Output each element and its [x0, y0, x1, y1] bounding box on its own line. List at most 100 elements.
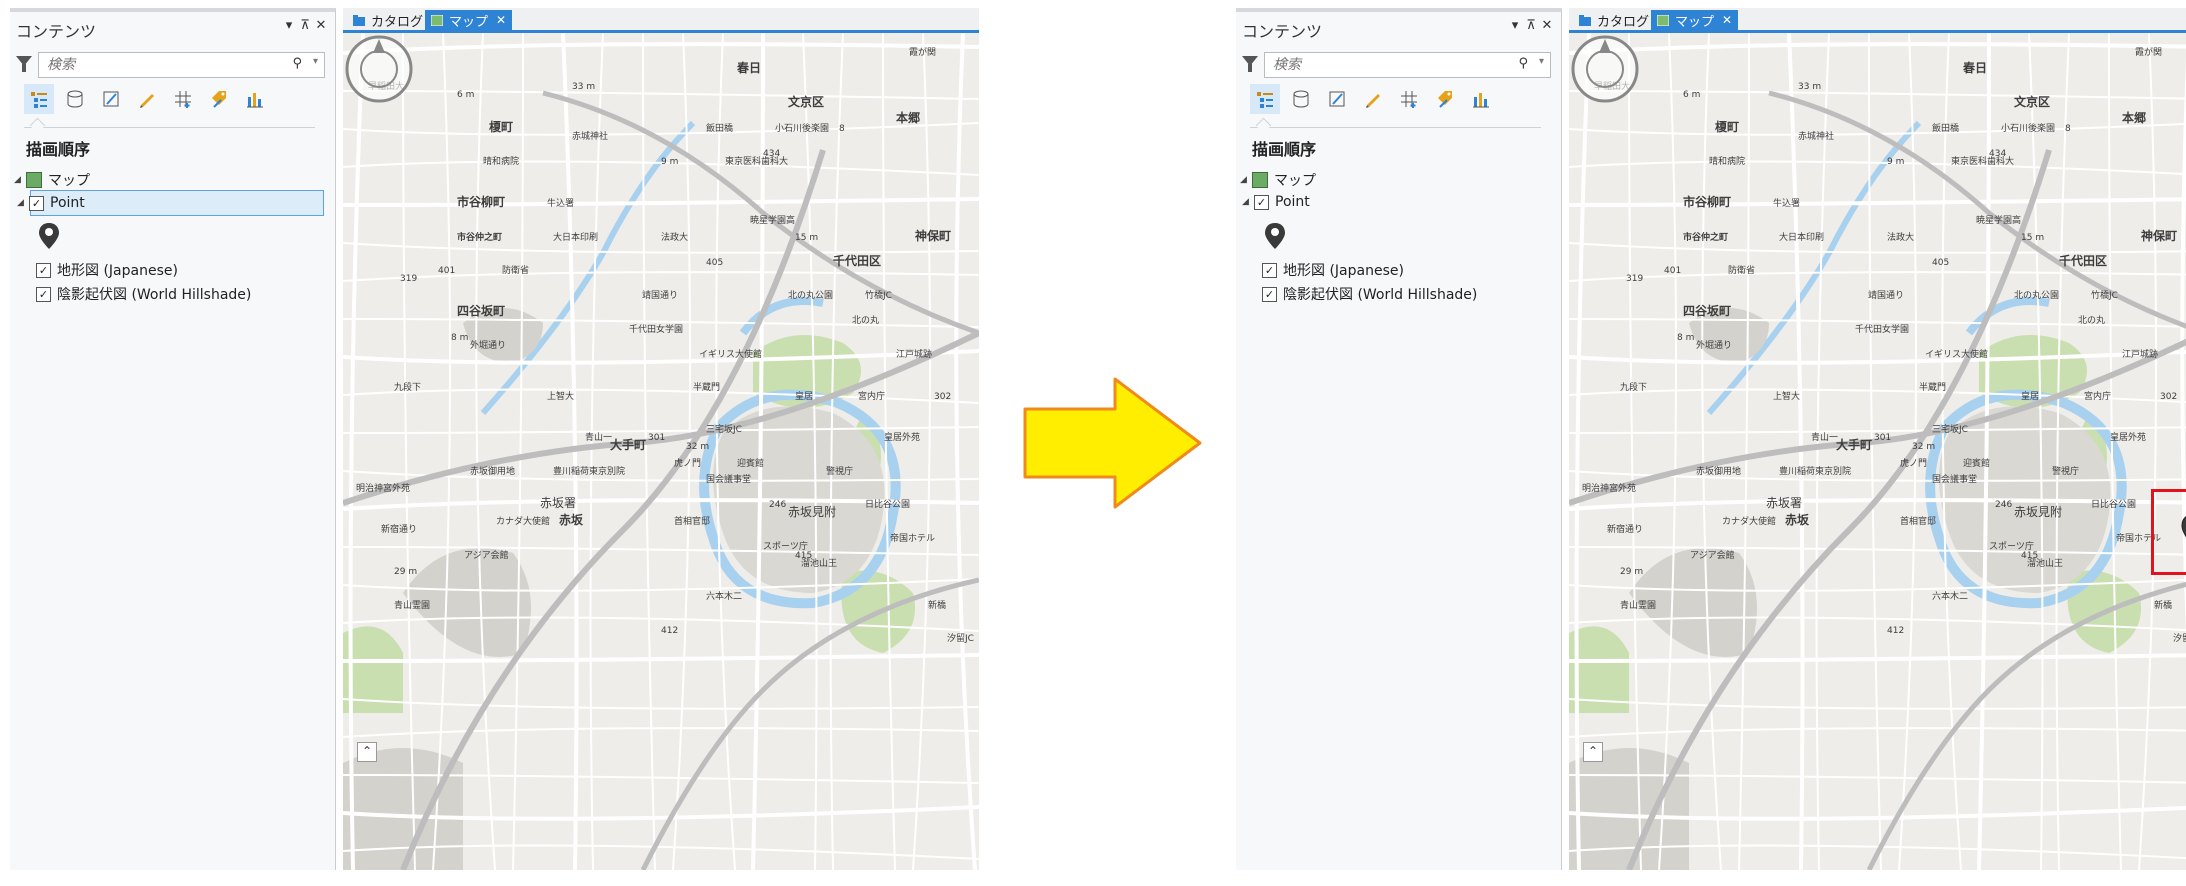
tree-layer-point[interactable]: ◢ ✓ Point [1242, 190, 1548, 214]
search-box[interactable]: ⚲ ▾ [38, 52, 325, 78]
tab-map-label: マップ [1675, 14, 1715, 30]
close-icon[interactable]: ✕ [496, 13, 506, 27]
map-canvas[interactable]: 春日文京区本郷早稲田大飯田橋小石川後楽園榎町赤城神社東京医科歯科大晴和病院市谷柳… [343, 33, 979, 870]
map-label: 防衛省 [1728, 264, 1755, 276]
tree-basemap-hillshade[interactable]: ✓ 陰影起伏図 (World Hillshade) [36, 282, 251, 306]
map-label: 江戸城跡 [896, 348, 932, 360]
selection-icon[interactable] [96, 84, 126, 114]
data-source-icon[interactable] [60, 84, 90, 114]
point-layer-checkbox[interactable]: ✓ [29, 195, 44, 211]
edit-icon[interactable] [1358, 84, 1388, 114]
search-box[interactable]: ⚲ ▾ [1264, 52, 1551, 78]
map-label: 上智大 [1773, 390, 1800, 402]
tree-basemap-topographic[interactable]: ✓ 地形図 (Japanese) [1262, 258, 1404, 282]
map-label: 文京区 [788, 94, 824, 109]
point-layer-label: Point [1275, 194, 1310, 210]
map-label: 新宿通り [1607, 523, 1643, 535]
tree-layer-point[interactable]: ◢ ✓ Point [17, 190, 324, 216]
toolbar-indicator [29, 117, 46, 134]
chart-icon[interactable] [1466, 84, 1496, 114]
map-label: 319 [1626, 274, 1643, 284]
pane-menu-icon[interactable]: ▾ [281, 18, 297, 33]
search-icon[interactable]: ⚲ [1518, 56, 1528, 71]
search-icon[interactable]: ⚲ [292, 56, 302, 71]
map-label: 新橋 [2154, 599, 2172, 611]
basemap-hillshade-checkbox[interactable]: ✓ [36, 286, 51, 302]
tree-basemap-hillshade[interactable]: ✓ 陰影起伏図 (World Hillshade) [1262, 282, 1477, 306]
map-label: 外堀通り [1696, 339, 1732, 351]
pane-close-icon[interactable]: ✕ [313, 18, 329, 33]
selection-icon[interactable] [1322, 84, 1352, 114]
chevron-up-icon[interactable]: ⌃ [357, 742, 377, 762]
chevron-up-icon[interactable]: ⌃ [1583, 742, 1603, 762]
street [1569, 242, 2186, 254]
map-label: 牛込署 [547, 197, 574, 209]
map-label: 15 m [795, 233, 818, 243]
pane-close-icon[interactable]: ✕ [1539, 18, 1555, 33]
navigator-compass-icon[interactable] [343, 33, 415, 105]
close-icon[interactable]: ✕ [1722, 13, 1732, 27]
map-label: 日比谷公園 [865, 498, 910, 510]
basemap-hillshade-label: 陰影起伏図 (World Hillshade) [1283, 287, 1478, 303]
map-label: 北の丸 [852, 314, 879, 326]
basemap-topographic-checkbox[interactable]: ✓ [36, 262, 51, 278]
draw-order-icon[interactable] [24, 84, 54, 114]
tree-map-node[interactable]: ◢ マップ [1240, 168, 1316, 192]
chart-icon[interactable] [240, 84, 270, 114]
map-label: 本郷 [896, 110, 920, 125]
map-node-label: マップ [1274, 173, 1316, 189]
contents-toolbar [1250, 84, 1496, 118]
tab-catalog[interactable]: カタログ [347, 10, 429, 30]
map-label: 青山霊園 [1620, 599, 1656, 611]
map-label: 飯田橋 [1932, 122, 1959, 134]
expand-triangle-icon[interactable]: ◢ [1240, 175, 1252, 185]
map-label: 帝国ホテル [890, 532, 935, 544]
draw-order-icon[interactable] [1250, 84, 1280, 114]
contents-pane-title: コンテンツ [16, 22, 97, 41]
tab-catalog[interactable]: カタログ [1573, 10, 1655, 30]
map-label: 半蔵門 [1919, 381, 1946, 393]
expand-triangle-icon[interactable]: ◢ [14, 175, 26, 185]
arrow-right-icon [1023, 377, 1202, 509]
snapping-icon[interactable] [1394, 84, 1424, 114]
map-label: 榎町 [1715, 119, 1739, 134]
street [1815, 33, 1830, 870]
chevron-down-icon[interactable]: ▾ [313, 56, 318, 67]
map-label: 319 [400, 274, 417, 284]
map-label: 豊川稲荷東京別院 [553, 465, 625, 477]
tab-map[interactable]: マップ ✕ [425, 10, 513, 30]
navigator-compass-icon[interactable] [1569, 33, 1641, 105]
map-label: 301 [1874, 433, 1891, 443]
tree-basemap-topographic[interactable]: ✓ 地形図 (Japanese) [36, 258, 178, 282]
labeling-icon[interactable] [1430, 84, 1460, 114]
map-label: 六本木二 [1932, 590, 1968, 602]
pane-pin-icon[interactable]: ⊼ [1523, 18, 1539, 33]
expand-triangle-icon[interactable]: ◢ [1242, 197, 1254, 207]
filter-icon[interactable] [16, 56, 32, 72]
map-canvas[interactable]: 春日文京区本郷早稲田大飯田橋小石川後楽園榎町赤城神社東京医科歯科大晴和病院市谷柳… [1569, 33, 2186, 870]
search-input[interactable] [1271, 56, 1505, 74]
map-label: 赤坂署 [1766, 496, 1802, 510]
map-label: 虎ノ門 [674, 457, 701, 469]
pane-menu-icon[interactable]: ▾ [1507, 18, 1523, 33]
street [1569, 349, 2186, 365]
edit-icon[interactable] [132, 84, 162, 114]
expand-triangle-icon[interactable]: ◢ [17, 198, 29, 208]
filter-icon[interactable] [1242, 56, 1258, 72]
chevron-down-icon[interactable]: ▾ [1539, 56, 1544, 67]
tab-map[interactable]: マップ ✕ [1651, 10, 1739, 30]
labeling-icon[interactable] [204, 84, 234, 114]
map-label: 虎ノ門 [1900, 457, 1927, 469]
data-source-icon[interactable] [1286, 84, 1316, 114]
expressway [343, 330, 979, 506]
basemap-topographic-checkbox[interactable]: ✓ [1262, 262, 1277, 278]
map-label: 四谷坂町 [1683, 303, 1731, 318]
point-layer-checkbox[interactable]: ✓ [1254, 194, 1269, 210]
pane-pin-icon[interactable]: ⊼ [297, 18, 313, 33]
basemap-hillshade-checkbox[interactable]: ✓ [1262, 286, 1277, 302]
tree-map-node[interactable]: ◢ マップ [14, 168, 90, 192]
map-label: 1 [1963, 65, 1969, 75]
snapping-icon[interactable] [168, 84, 198, 114]
search-input[interactable] [45, 56, 279, 74]
map-pin-icon[interactable] [2181, 514, 2186, 548]
